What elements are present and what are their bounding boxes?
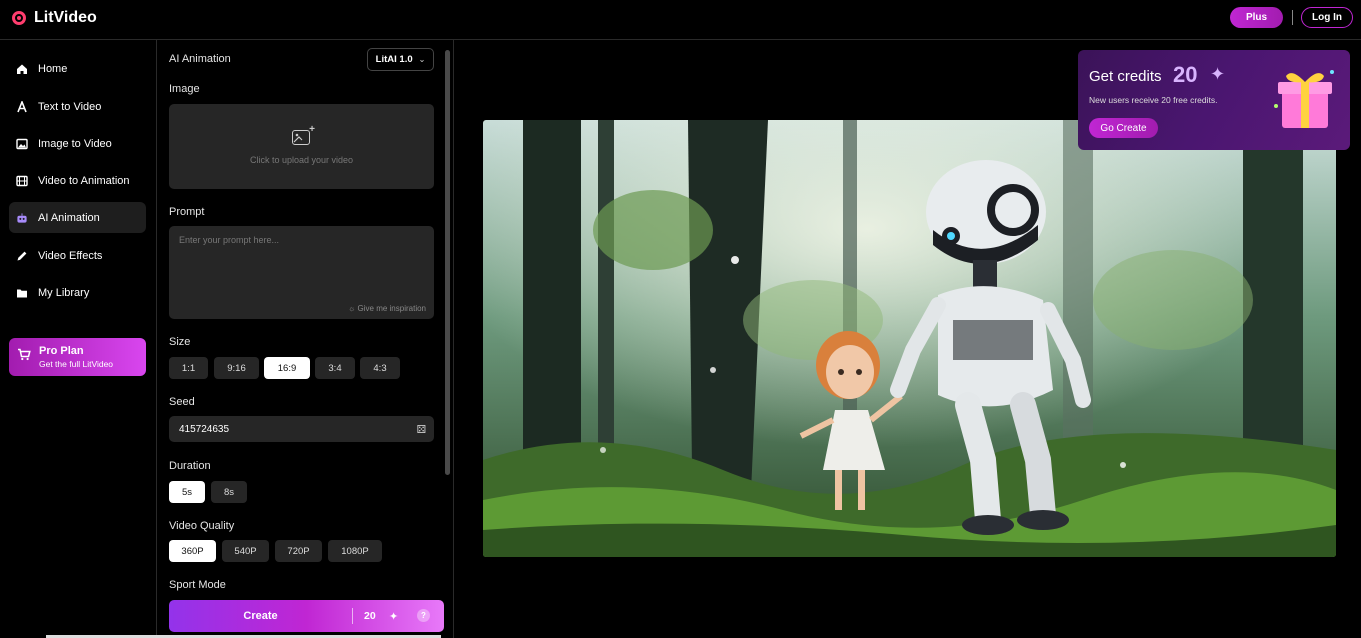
prompt-label: Prompt [169,206,205,218]
sidebar-item-home[interactable]: Home [9,53,146,84]
quality-option-selected[interactable]: 360P [169,540,216,562]
upload-image-icon: + [292,124,315,145]
create-label: Create [243,610,278,622]
seed-label: Seed [169,396,195,408]
sidebar-item-ai-animation[interactable]: AI Animation [9,202,146,233]
inspiration-label: Give me inspiration [357,304,426,313]
sparkle-icon: ✦ [1210,64,1226,84]
sidebar-item-label: My Library [38,286,90,299]
home-icon [16,63,28,75]
model-select-value: LitAI 1.0 [375,54,413,65]
forest-robot-scene [483,120,1336,557]
pro-plan-button[interactable]: Pro Plan Get the full LitVideo [9,338,146,376]
sidebar-item-text-to-video[interactable]: Text to Video [9,91,146,122]
quality-option[interactable]: 1080P [328,540,382,562]
create-button[interactable]: Create 20 ✦ ? [169,600,444,632]
logo[interactable]: LitVideo [12,9,97,27]
panel-scrollbar[interactable] [445,50,450,475]
quality-option[interactable]: 720P [275,540,322,562]
create-divider [352,608,353,624]
sidebar-item-image-to-video[interactable]: Image to Video [9,128,146,159]
size-label: Size [169,336,191,348]
logo-icon [12,11,26,25]
size-option[interactable]: 4:3 [360,357,400,379]
panel-title: AI Animation [169,53,231,65]
pro-plan-title: Pro Plan [39,345,84,357]
sidebar-item-label: Video to Animation [38,174,130,187]
upload-hint: Click to upload your video [249,155,354,165]
text-icon [16,100,28,113]
size-option[interactable]: 9:16 [214,357,259,379]
sidebar-item-video-to-animation[interactable]: Video to Animation [9,165,146,196]
model-select[interactable]: LitAI 1.0 ⌄ [367,48,434,71]
lightbulb-icon: ☼ [347,304,356,313]
film-icon [16,175,28,187]
duration-option[interactable]: 8s [211,481,247,503]
folder-icon [16,287,28,299]
sidebar-item-label: Image to Video [38,137,112,150]
quality-label: Video Quality [169,520,235,532]
help-icon[interactable]: ? [417,609,430,622]
chevron-down-icon: ⌄ [418,55,426,64]
seed-input[interactable]: 415724635 ⚄ [169,416,434,442]
header-divider [1292,10,1293,25]
sidebar-item-video-effects[interactable]: Video Effects [9,240,146,271]
sidebar-item-label: Text to Video [38,100,102,113]
get-credits-card: Get credits 20 ✦ New users receive 20 fr… [1078,50,1350,150]
sidebar-item-label: Home [38,62,68,75]
sidebar-item-my-library[interactable]: My Library [9,277,146,308]
credit-cost: 20 [364,610,376,622]
credits-heading: Get credits [1089,68,1162,85]
inspiration-button[interactable]: ☼ Give me inspiration [348,304,426,313]
sport-mode-label: Sport Mode [169,579,226,591]
quality-option[interactable]: 540P [222,540,269,562]
app-name: LitVideo [34,9,97,26]
size-option[interactable]: 1:1 [169,357,208,379]
image-upload-area[interactable]: + Click to upload your video [169,104,434,189]
credits-subtitle: New users receive 20 free credits. [1089,95,1218,105]
preview-video[interactable] [483,120,1336,557]
image-icon [16,138,28,150]
seed-value: 415724635 [179,423,230,435]
gift-box-icon [1274,70,1334,128]
dice-icon[interactable]: ⚄ [416,423,426,436]
prompt-input[interactable]: Enter your prompt here... ☼ Give me insp… [169,226,434,319]
robot-icon [16,212,28,224]
image-label: Image [169,83,200,95]
cart-icon [17,348,31,366]
sidebar-item-label: Video Effects [38,249,103,262]
sidebar: Home Text to Video Image to Video Video … [0,40,157,638]
pen-icon [16,250,28,262]
plus-button[interactable]: Plus [1230,7,1283,28]
size-option-selected[interactable]: 16:9 [264,357,310,379]
sparkle-icon: ✦ [389,610,399,623]
duration-option-selected[interactable]: 5s [169,481,205,503]
top-bar: LitVideo Plus Log In [0,0,1361,40]
sidebar-item-label: AI Animation [38,211,100,224]
credits-amount: 20 [1173,62,1198,87]
duration-label: Duration [169,460,211,472]
prompt-placeholder: Enter your prompt here... [179,235,280,245]
login-button[interactable]: Log In [1301,7,1353,28]
size-option[interactable]: 3:4 [315,357,355,379]
go-create-button[interactable]: Go Create [1089,118,1158,138]
pro-plan-subtitle: Get the full LitVideo [39,359,114,369]
